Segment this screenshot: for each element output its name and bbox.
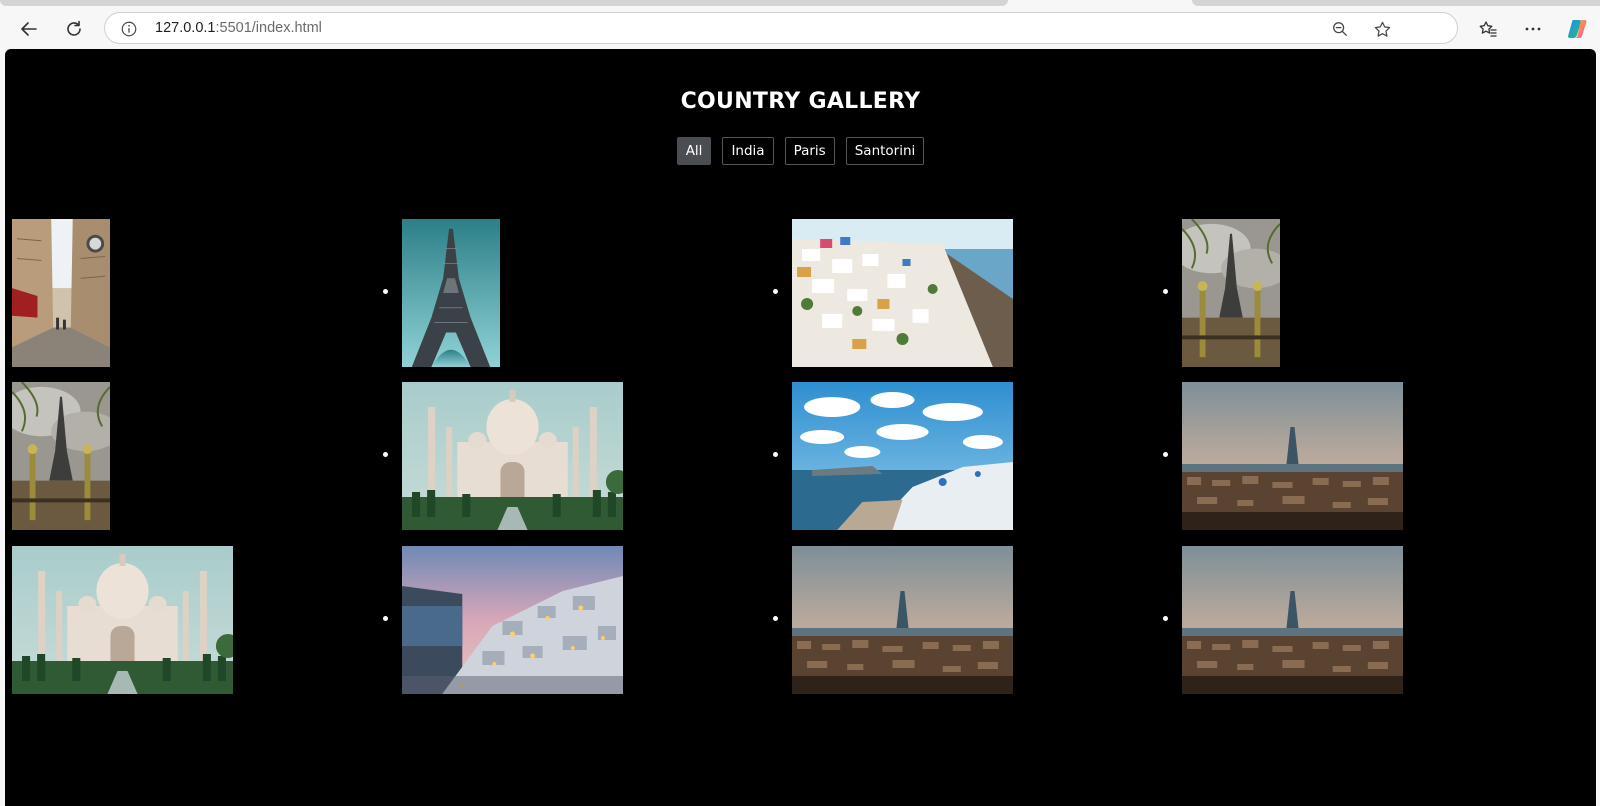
browser-tab[interactable] [1192,0,1600,6]
filter-santorini-button[interactable]: Santorini [845,137,925,165]
tab-strip [0,0,1600,8]
list-bullet [1163,616,1168,621]
list-bullet [1163,289,1168,294]
list-bullet [773,289,778,294]
browser-tab[interactable] [0,0,1008,6]
zoom-out-icon[interactable] [1329,18,1351,40]
page-title: COUNTRY GALLERY [680,89,921,114]
gallery-item[interactable] [1163,219,1567,367]
gallery-image-santorini-village[interactable] [792,219,1013,367]
gallery-image-santorini-sea-clouds[interactable] [792,382,1013,530]
filter-paris-button[interactable]: Paris [784,137,835,165]
gallery-item[interactable] [12,382,397,530]
refresh-icon[interactable] [58,13,90,45]
gallery-image-paris-skyline[interactable] [1182,382,1403,530]
url-text[interactable]: 127.0.0.1:5501/index.html [155,20,322,36]
gallery-item[interactable] [773,219,1177,367]
url-host: 127.0.0.1 [155,20,216,36]
gallery-image-santorini-dusk[interactable] [402,546,623,694]
gallery-item[interactable] [1163,546,1567,694]
favorite-star-icon[interactable] [1371,18,1393,40]
list-bullet [773,452,778,457]
list-bullet [383,289,388,294]
browser-toolbar: 127.0.0.1:5501/index.html [0,8,1600,48]
gallery-item[interactable] [383,546,787,694]
gallery-item[interactable] [773,382,1177,530]
filter-bar: All India Paris Santorini [5,137,1596,165]
gallery-item[interactable] [12,546,397,694]
gallery-item[interactable] [383,219,787,367]
url-path: :5501/index.html [215,20,322,36]
back-arrow-icon[interactable] [13,13,45,45]
favorites-icon[interactable] [1472,13,1504,45]
gallery-item[interactable] [12,219,397,367]
gallery-image-eiffel-tower-garden[interactable] [1182,219,1280,367]
gallery-item[interactable] [773,546,1177,694]
gallery-item[interactable] [383,382,787,530]
address-bar[interactable]: 127.0.0.1:5501/index.html [104,12,1458,44]
gallery-image-paris-skyline[interactable] [792,546,1013,694]
list-bullet [1163,452,1168,457]
gallery-item[interactable] [1163,382,1567,530]
gallery-image-paris-skyline[interactable] [1182,546,1403,694]
filter-all-button[interactable]: All [676,137,712,165]
gallery-image-taj-mahal[interactable] [402,382,623,530]
copilot-icon[interactable] [1561,13,1593,45]
list-bullet [773,616,778,621]
list-bullet [383,616,388,621]
gallery-image-taj-mahal[interactable] [12,546,233,694]
gallery-image-paris-street[interactable] [12,219,110,367]
more-icon[interactable] [1517,13,1549,45]
gallery-image-eiffel-tower-garden[interactable] [12,382,110,530]
gallery-image-eiffel-tower-sky[interactable] [402,219,500,367]
info-icon[interactable] [119,19,139,39]
page-viewport: COUNTRY GALLERY All India Paris Santorin… [5,49,1596,806]
filter-india-button[interactable]: India [722,137,774,165]
list-bullet [383,452,388,457]
